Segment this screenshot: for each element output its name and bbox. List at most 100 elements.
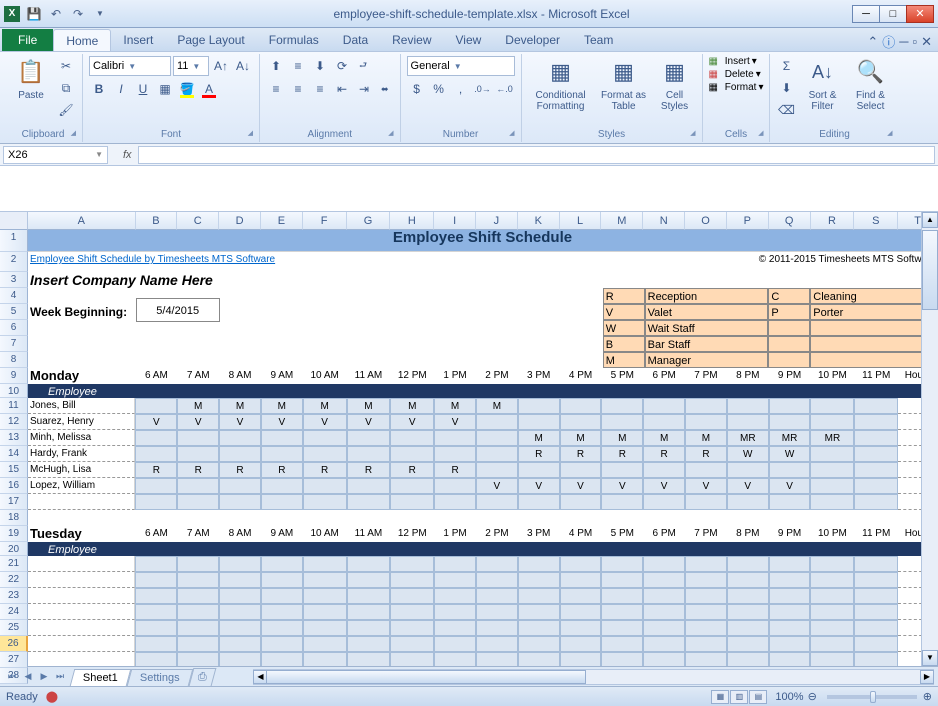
- doc-restore-icon[interactable]: ▫: [912, 34, 917, 49]
- cell-styles-button[interactable]: ▦Cell Styles: [654, 56, 696, 112]
- shift-cell[interactable]: [643, 398, 685, 414]
- shift-cell[interactable]: [727, 494, 769, 510]
- row-header[interactable]: 11: [0, 398, 28, 414]
- row-header[interactable]: 24: [0, 604, 28, 620]
- shift-cell[interactable]: W: [769, 446, 811, 462]
- row-header[interactable]: 14: [0, 446, 28, 462]
- column-header[interactable]: A: [28, 212, 136, 230]
- shift-cell[interactable]: [810, 478, 854, 494]
- shift-cell[interactable]: [390, 636, 434, 652]
- shift-cell[interactable]: [560, 398, 602, 414]
- shift-cell[interactable]: [560, 652, 602, 666]
- orientation-icon[interactable]: ⟳: [332, 56, 352, 76]
- shift-cell[interactable]: [518, 652, 560, 666]
- shift-cell[interactable]: [303, 446, 347, 462]
- column-header[interactable]: N: [643, 212, 685, 230]
- row-header[interactable]: 13: [0, 430, 28, 446]
- shift-cell[interactable]: [769, 588, 811, 604]
- shift-cell[interactable]: V: [601, 478, 643, 494]
- fill-icon[interactable]: ⬇: [776, 78, 796, 98]
- employee-name-cell[interactable]: [28, 572, 135, 588]
- shift-cell[interactable]: [810, 556, 854, 572]
- shift-cell[interactable]: [434, 446, 476, 462]
- align-middle-icon[interactable]: ≡: [288, 56, 308, 76]
- shift-cell[interactable]: [476, 636, 518, 652]
- tab-last-icon[interactable]: ⏭: [52, 671, 68, 682]
- shift-cell[interactable]: [261, 620, 303, 636]
- shift-cell[interactable]: [177, 620, 219, 636]
- file-tab[interactable]: File: [2, 29, 53, 51]
- shift-cell[interactable]: [854, 556, 898, 572]
- shift-cell[interactable]: [601, 572, 643, 588]
- shift-cell[interactable]: MR: [810, 430, 854, 446]
- redo-icon[interactable]: ↷: [68, 4, 88, 24]
- shift-cell[interactable]: [219, 652, 261, 666]
- shift-cell[interactable]: [219, 478, 261, 494]
- shift-cell[interactable]: [476, 494, 518, 510]
- row-header[interactable]: 3: [0, 272, 28, 288]
- row-header[interactable]: 16: [0, 478, 28, 494]
- shift-cell[interactable]: [685, 398, 727, 414]
- shift-cell[interactable]: [347, 636, 391, 652]
- column-header[interactable]: O: [685, 212, 727, 230]
- tab-prev-icon[interactable]: ◀: [20, 671, 36, 682]
- doc-close-icon[interactable]: ✕: [921, 34, 932, 50]
- shift-cell[interactable]: [685, 572, 727, 588]
- shift-cell[interactable]: [303, 620, 347, 636]
- employee-name-cell[interactable]: Suarez, Henry: [28, 414, 135, 430]
- delete-cells-button[interactable]: ▦ Delete ▾: [709, 69, 761, 80]
- row-header[interactable]: 23: [0, 588, 28, 604]
- shift-cell[interactable]: [434, 636, 476, 652]
- shift-cell[interactable]: [560, 620, 602, 636]
- shift-cell[interactable]: V: [219, 414, 261, 430]
- tab-page-layout[interactable]: Page Layout: [165, 29, 256, 51]
- shift-cell[interactable]: [643, 414, 685, 430]
- sheet-tab-settings[interactable]: Settings: [127, 669, 193, 686]
- employee-name-cell[interactable]: Minh, Melissa: [28, 430, 135, 446]
- shift-cell[interactable]: [135, 494, 177, 510]
- cell[interactable]: V: [603, 304, 645, 320]
- shift-cell[interactable]: [601, 494, 643, 510]
- normal-view-icon[interactable]: ▦: [711, 690, 729, 704]
- shift-cell[interactable]: [261, 478, 303, 494]
- employee-name-cell[interactable]: [28, 588, 135, 604]
- shift-cell[interactable]: [769, 462, 811, 478]
- cut-icon[interactable]: ✂: [56, 56, 76, 76]
- shift-cell[interactable]: [601, 588, 643, 604]
- employee-name-cell[interactable]: [28, 636, 135, 652]
- shift-cell[interactable]: [518, 636, 560, 652]
- shift-cell[interactable]: [476, 572, 518, 588]
- wrap-text-icon[interactable]: ⮐: [354, 56, 372, 76]
- shift-cell[interactable]: [854, 398, 898, 414]
- date-cell[interactable]: 5/4/2015: [136, 298, 220, 322]
- zoom-out-icon[interactable]: ⊖: [808, 690, 817, 703]
- shift-cell[interactable]: [685, 494, 727, 510]
- shift-cell[interactable]: [643, 462, 685, 478]
- shift-cell[interactable]: [434, 556, 476, 572]
- row-header[interactable]: 25: [0, 620, 28, 636]
- new-sheet-icon[interactable]: ⎙: [188, 668, 216, 686]
- shift-cell[interactable]: M: [518, 430, 560, 446]
- number-format-combo[interactable]: General▼: [407, 56, 515, 76]
- shift-cell[interactable]: R: [303, 462, 347, 478]
- page-break-view-icon[interactable]: ▤: [749, 690, 767, 704]
- shift-cell[interactable]: [177, 652, 219, 666]
- shift-cell[interactable]: [643, 572, 685, 588]
- shift-cell[interactable]: [476, 446, 518, 462]
- shift-cell[interactable]: [476, 462, 518, 478]
- font-size-combo[interactable]: 11▼: [173, 56, 209, 76]
- shift-cell[interactable]: [643, 604, 685, 620]
- shift-cell[interactable]: [769, 620, 811, 636]
- shift-cell[interactable]: [347, 588, 391, 604]
- shift-cell[interactable]: [685, 636, 727, 652]
- shift-cell[interactable]: R: [601, 446, 643, 462]
- shift-cell[interactable]: [347, 494, 391, 510]
- shift-cell[interactable]: [303, 604, 347, 620]
- macro-record-icon[interactable]: ⬤: [46, 690, 58, 703]
- format-as-table-button[interactable]: ▦Format as Table: [598, 56, 650, 112]
- shift-cell[interactable]: M: [219, 398, 261, 414]
- shift-cell[interactable]: [177, 446, 219, 462]
- shift-cell[interactable]: [854, 572, 898, 588]
- shift-cell[interactable]: [135, 620, 177, 636]
- shift-cell[interactable]: R: [685, 446, 727, 462]
